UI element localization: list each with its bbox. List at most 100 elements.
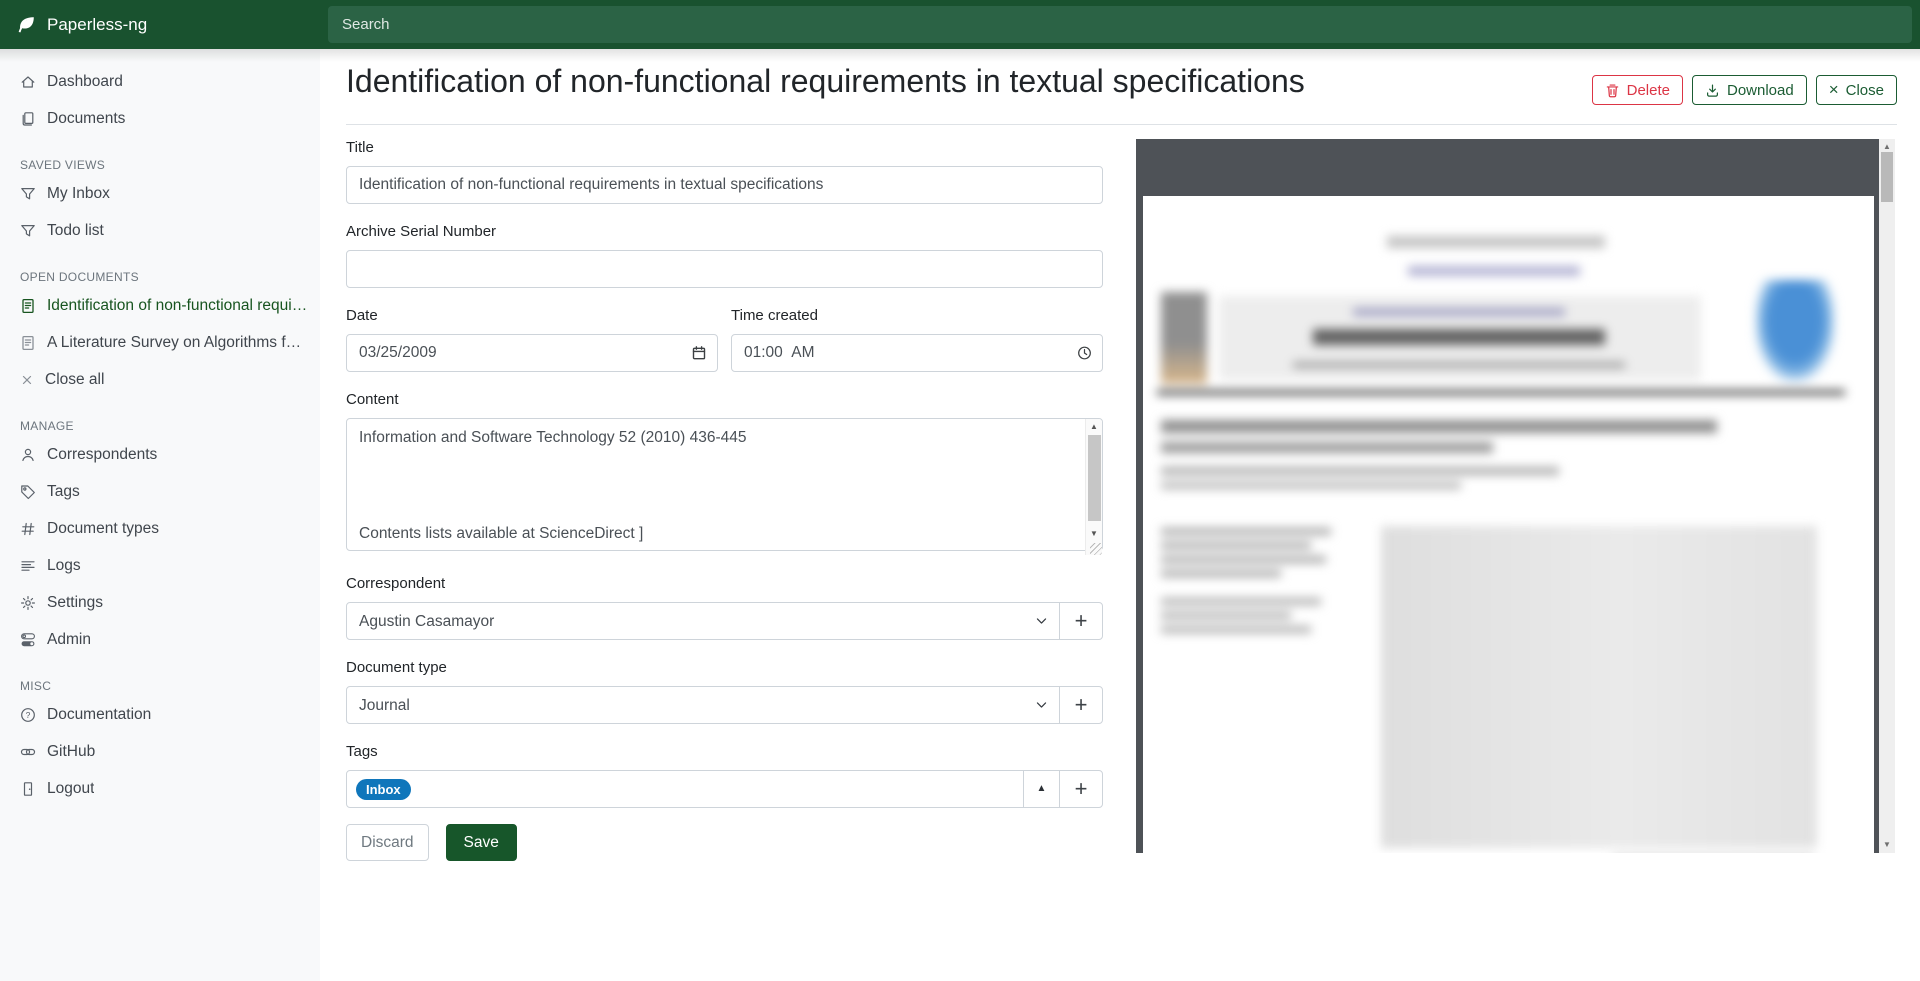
text-lines-icon xyxy=(20,558,36,574)
door-icon xyxy=(20,781,36,797)
document-type-label: Document type xyxy=(346,659,1103,677)
documents-icon xyxy=(20,111,36,127)
textarea-resize-handle[interactable] xyxy=(1090,543,1102,555)
title-input[interactable] xyxy=(346,166,1103,204)
pdf-preview-pane: ▲ ▼ xyxy=(1136,139,1895,853)
clock-icon[interactable] xyxy=(1077,346,1092,361)
plus-icon: + xyxy=(1075,694,1088,716)
preview-scrollbar[interactable]: ▲ ▼ xyxy=(1879,139,1895,853)
house-icon xyxy=(20,74,36,90)
correspondent-field-group: Correspondent Agustin Casamayor + xyxy=(346,575,1103,640)
top-navbar: Paperless-ng xyxy=(0,0,1920,49)
question-circle-icon: ? xyxy=(20,707,36,723)
tags-label: Tags xyxy=(346,743,1103,761)
date-time-row: Date Time created xyxy=(346,307,1103,372)
asn-input[interactable] xyxy=(346,250,1103,288)
sidebar-section-open-documents: OPEN DOCUMENTS xyxy=(20,270,300,284)
hash-icon xyxy=(20,521,36,537)
pdf-page xyxy=(1143,196,1874,853)
sidebar-item-tags[interactable]: Tags xyxy=(0,473,320,510)
add-tag-button[interactable]: + xyxy=(1059,770,1103,808)
scrollbar-thumb[interactable] xyxy=(1088,435,1101,521)
content-scrollbar[interactable]: ▲ ▼ xyxy=(1085,419,1102,555)
close-button[interactable]: × Close xyxy=(1816,75,1897,105)
tags-collapse-button[interactable]: ▲ xyxy=(1023,770,1060,808)
sidebar-open-document-1[interactable]: Identification of non-functional require… xyxy=(0,287,320,324)
plus-icon: + xyxy=(1075,778,1088,800)
tags-input[interactable]: Inbox xyxy=(346,770,1024,808)
correspondent-select[interactable]: Agustin Casamayor xyxy=(346,602,1060,640)
main-content: Identification of non-functional require… xyxy=(320,49,1920,981)
sidebar-item-correspondents[interactable]: Correspondents xyxy=(0,436,320,473)
scrollbar-thumb[interactable] xyxy=(1881,152,1893,202)
delete-button[interactable]: Delete xyxy=(1592,75,1683,105)
sidebar-item-todo-list[interactable]: Todo list xyxy=(0,212,320,249)
person-icon xyxy=(20,447,36,463)
document-type-field-group: Document type Journal + xyxy=(346,659,1103,724)
sidebar-section-misc: MISC xyxy=(20,679,300,693)
scroll-down-icon[interactable]: ▼ xyxy=(1086,527,1102,541)
document-edit-form: Title Archive Serial Number Date Time cr… xyxy=(346,139,1103,861)
title-field-group: Title xyxy=(346,139,1103,204)
pdf-blurred-content xyxy=(1143,196,1874,853)
sidebar-section-manage: MANAGE xyxy=(20,419,300,433)
sidebar-open-document-2[interactable]: A Literature Survey on Algorithms for Mu… xyxy=(0,324,320,361)
date-label: Date xyxy=(346,307,718,325)
date-input[interactable] xyxy=(346,334,718,372)
time-label: Time created xyxy=(731,307,1103,325)
time-input[interactable] xyxy=(731,334,1103,372)
sidebar: Dashboard Documents SAVED VIEWS My Inbox… xyxy=(0,49,320,981)
sidebar-item-github[interactable]: GitHub xyxy=(0,733,320,770)
sidebar-section-saved-views: SAVED VIEWS xyxy=(20,158,300,172)
scroll-up-icon[interactable]: ▲ xyxy=(1086,420,1102,434)
sidebar-item-documentation[interactable]: ? Documentation xyxy=(0,696,320,733)
close-icon: × xyxy=(1829,81,1839,98)
add-correspondent-button[interactable]: + xyxy=(1059,602,1103,640)
title-label: Title xyxy=(346,139,1103,157)
content-textarea[interactable]: Information and Software Technology 52 (… xyxy=(346,418,1103,551)
link-icon xyxy=(20,744,36,760)
tag-chip-inbox[interactable]: Inbox xyxy=(356,779,411,800)
chevron-up-icon: ▲ xyxy=(1037,784,1047,794)
toggles-icon xyxy=(20,632,36,648)
funnel-icon xyxy=(20,223,36,239)
sidebar-item-logout[interactable]: Logout xyxy=(0,770,320,807)
sidebar-item-my-inbox[interactable]: My Inbox xyxy=(0,175,320,212)
scroll-down-icon[interactable]: ▼ xyxy=(1879,839,1895,851)
document-type-select[interactable]: Journal xyxy=(346,686,1060,724)
content-label: Content xyxy=(346,391,1103,409)
content-field-group: Content Information and Software Technol… xyxy=(346,391,1103,556)
calendar-icon[interactable] xyxy=(691,345,707,361)
sidebar-item-documents[interactable]: Documents xyxy=(0,100,320,137)
asn-label: Archive Serial Number xyxy=(346,223,1103,241)
brand-title: Paperless-ng xyxy=(47,15,147,35)
svg-text:?: ? xyxy=(26,710,31,720)
close-icon xyxy=(20,373,34,387)
save-button[interactable]: Save xyxy=(446,824,517,861)
sidebar-item-settings[interactable]: Settings xyxy=(0,584,320,621)
document-actions: Delete Download × Close xyxy=(1592,75,1897,105)
download-button[interactable]: Download xyxy=(1692,75,1807,105)
page-title: Identification of non-functional require… xyxy=(346,63,1305,100)
file-text-icon xyxy=(20,335,36,351)
add-document-type-button[interactable]: + xyxy=(1059,686,1103,724)
search-input[interactable] xyxy=(328,6,1912,43)
title-divider xyxy=(346,124,1897,125)
asn-field-group: Archive Serial Number xyxy=(346,223,1103,288)
form-actions: Discard Save xyxy=(346,824,1103,861)
sidebar-item-admin[interactable]: Admin xyxy=(0,621,320,658)
plus-icon: + xyxy=(1075,610,1088,632)
sidebar-item-logs[interactable]: Logs xyxy=(0,547,320,584)
correspondent-label: Correspondent xyxy=(346,575,1103,593)
sidebar-item-dashboard[interactable]: Dashboard xyxy=(0,63,320,100)
gear-icon xyxy=(20,595,36,611)
funnel-icon xyxy=(20,186,36,202)
time-field-group: Time created xyxy=(731,307,1103,372)
date-field-group: Date xyxy=(346,307,718,372)
leaf-logo-icon xyxy=(15,14,37,36)
app-brand[interactable]: Paperless-ng xyxy=(0,14,320,36)
file-text-icon xyxy=(20,298,36,314)
discard-button[interactable]: Discard xyxy=(346,824,429,861)
sidebar-item-document-types[interactable]: Document types xyxy=(0,510,320,547)
sidebar-item-close-all[interactable]: Close all xyxy=(0,361,320,398)
